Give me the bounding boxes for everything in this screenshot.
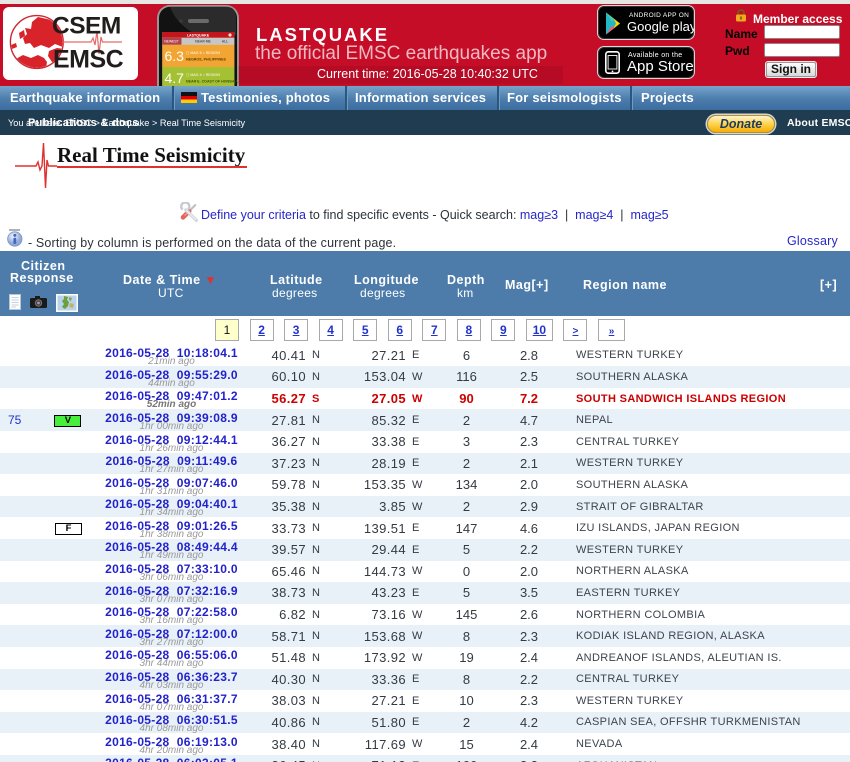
svg-text:ALL: ALL	[222, 40, 229, 44]
svg-text:▢ MAG 4 ○ REGION: ▢ MAG 4 ○ REGION	[186, 73, 220, 77]
svg-text:6.3: 6.3	[165, 48, 185, 64]
svg-text:EMSC: EMSC	[53, 46, 124, 74]
svg-text:▢ MAG 6 ○ REGION: ▢ MAG 6 ○ REGION	[186, 51, 220, 55]
svg-text:CSEM: CSEM	[52, 13, 121, 40]
svg-text:NEAR ME: NEAR ME	[195, 40, 211, 44]
svg-text:NEWEST: NEWEST	[164, 40, 179, 44]
svg-text:LASTQUAKE: LASTQUAKE	[187, 34, 210, 38]
svg-text:NEGROS, PHILIPPINES: NEGROS, PHILIPPINES	[186, 58, 227, 62]
svg-text:NEAR E. COAST OF HONSHU, JAPAN: NEAR E. COAST OF HONSHU, JAPAN	[186, 80, 239, 84]
svg-text:4.7: 4.7	[165, 70, 185, 86]
